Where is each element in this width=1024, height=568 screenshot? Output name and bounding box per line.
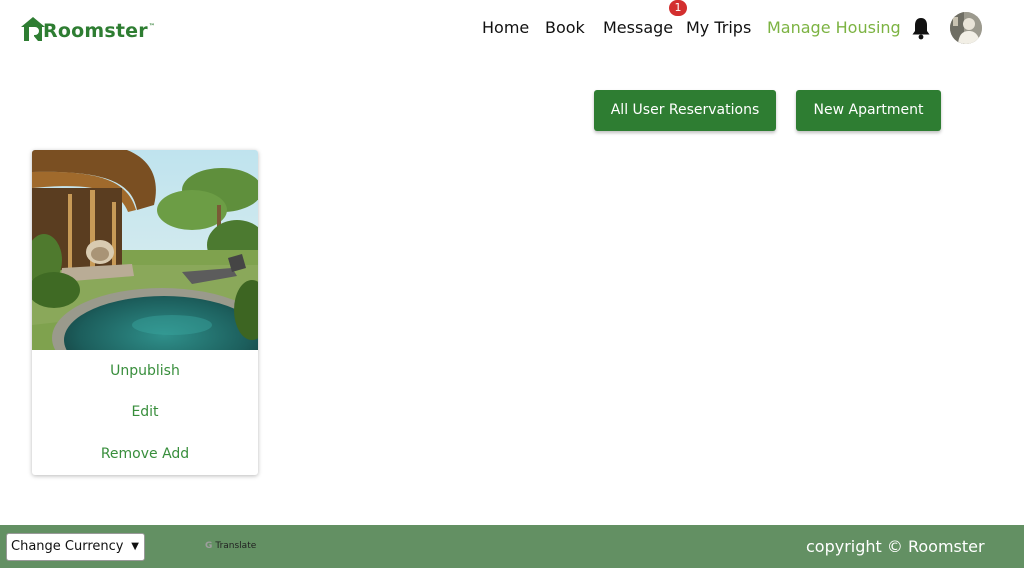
nav-my-trips[interactable]: My Trips — [686, 17, 751, 39]
currency-select[interactable]: Change Currency ▼ — [6, 533, 145, 561]
listing-photo[interactable] — [32, 150, 258, 350]
footer: Change Currency ▼ G Translate copyright … — [0, 525, 1024, 568]
roomster-logo[interactable]: Roomster ™ — [20, 16, 155, 42]
chevron-down-icon: ▼ — [131, 541, 139, 552]
translate-label: Translate — [215, 541, 257, 551]
user-avatar[interactable] — [950, 12, 982, 44]
avatar-photo-icon — [950, 12, 982, 44]
trademark-symbol: ™ — [148, 23, 155, 30]
copyright-text: copyright © Roomster — [806, 537, 985, 556]
bell-icon[interactable] — [910, 16, 932, 40]
unpublish-link[interactable]: Unpublish — [32, 361, 258, 381]
edit-link[interactable]: Edit — [32, 402, 258, 422]
nav-message[interactable]: Message — [603, 17, 673, 39]
all-user-reservations-button[interactable]: All User Reservations — [594, 90, 776, 131]
message-count-badge: 1 — [669, 0, 687, 16]
nav-book[interactable]: Book — [545, 17, 585, 39]
listing-card: Unpublish Edit Remove Add — [32, 150, 258, 475]
new-apartment-button[interactable]: New Apartment — [796, 90, 941, 131]
top-navbar: Roomster ™ Home Book Message 1 My Trips … — [0, 0, 1024, 60]
nav-home[interactable]: Home — [482, 17, 529, 39]
remove-ad-link[interactable]: Remove Add — [32, 444, 258, 464]
brand-name: Roomster — [43, 20, 148, 42]
google-translate-widget[interactable]: G Translate — [205, 541, 256, 551]
house-logo-icon — [21, 17, 45, 41]
google-logo-icon: G — [205, 541, 213, 551]
currency-select-value: Change Currency — [11, 539, 124, 554]
nav-manage-housing[interactable]: Manage Housing — [767, 17, 901, 39]
